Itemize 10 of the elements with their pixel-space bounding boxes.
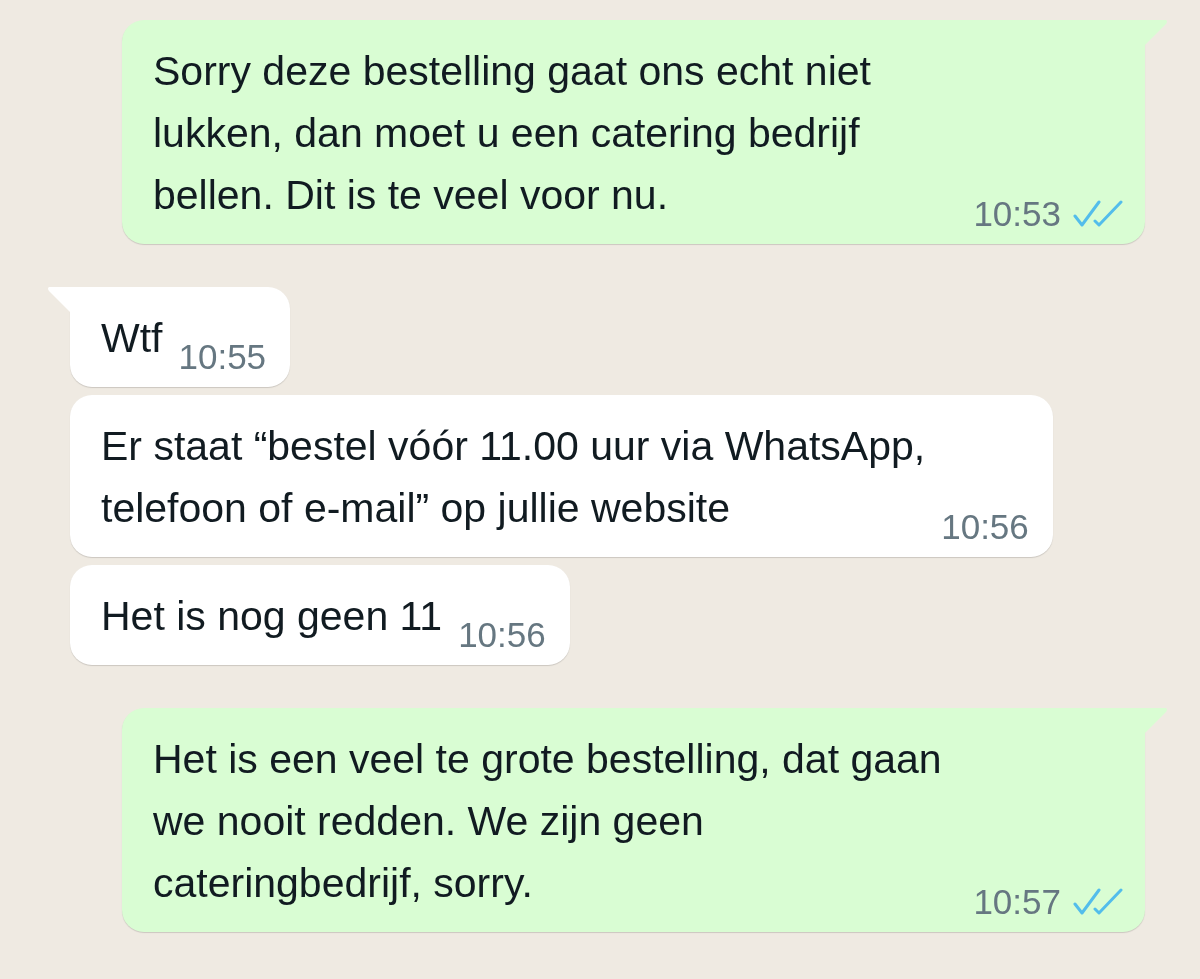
message-text: Het is een veel te grote bestelling, dat gaan we nooit redden. We zijn geen cateringbedrijf, sorry. [153,735,942,908]
message-time: 10:56 [941,506,1029,548]
message-text: Er staat “bestel vóór 11.00 uur via WhatsApp, telefoon of e-mail” op jullie website [101,422,926,533]
message-time: 10:55 [178,336,267,378]
message-text: Het is nog geen 11 [101,592,443,641]
message-text: Sorry deze bestelling gaat ons echt niet lukken, dan moet u een catering bedrijf bellen. Dit is te veel voor nu. [153,47,871,220]
message-time: 10:56 [458,614,546,656]
message-time: 10:53 [973,193,1061,235]
message-time: 10:57 [973,881,1061,923]
message-text: Wtf [101,314,163,363]
